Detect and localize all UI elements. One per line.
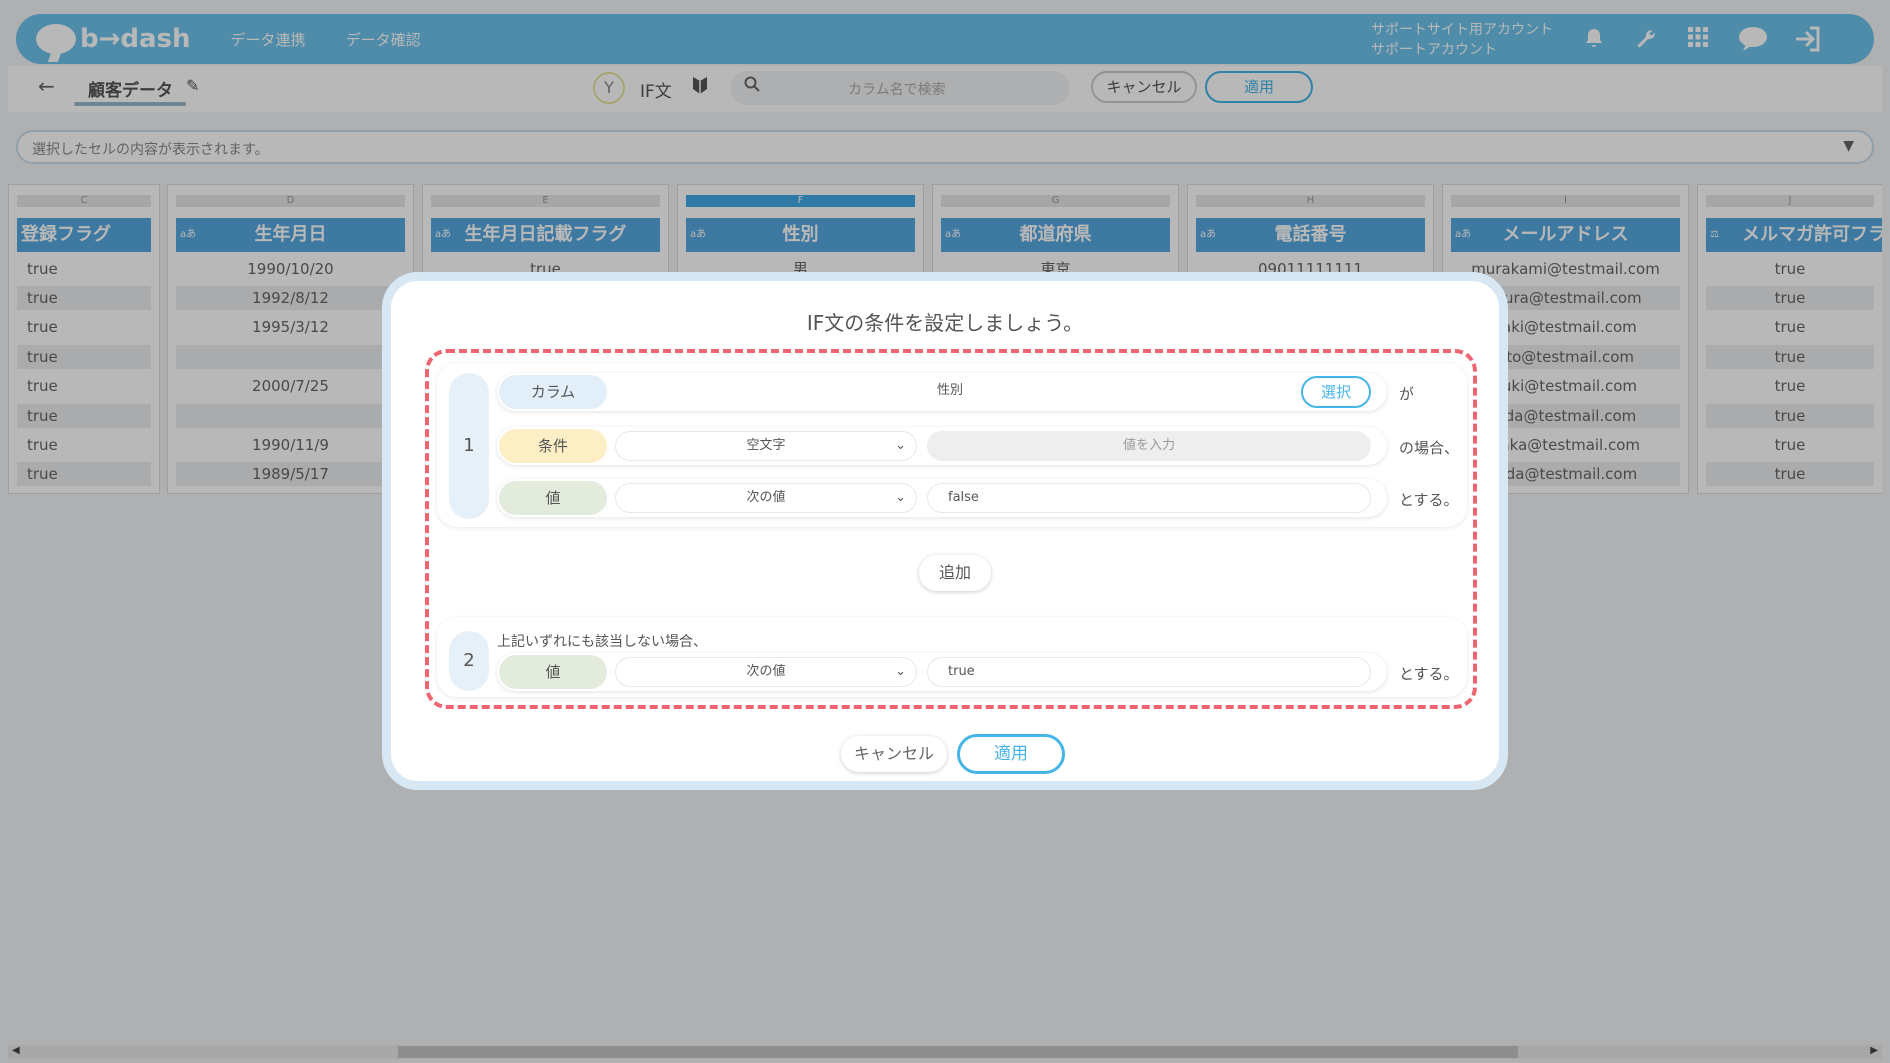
- condition-value-input[interactable]: 値を入力: [927, 431, 1371, 461]
- else-card: 2 上記いずれにも該当しない場合、 値 次の値 ⌄ true とする。: [437, 617, 1467, 697]
- column-value-field[interactable]: 性別: [615, 377, 1285, 407]
- else-number: 2: [449, 631, 489, 691]
- condition-number: 1: [449, 373, 489, 519]
- select-column-button[interactable]: 選択: [1301, 376, 1371, 408]
- else-value-suffix: とする。: [1399, 665, 1459, 683]
- highlight-frame: 1 カラム 性別 選択 が 条件 空文字 ⌄ 値を入力 の場合、 値 次の値 ⌄…: [425, 349, 1477, 709]
- chevron-down-icon: ⌄: [895, 438, 906, 453]
- else-value-input[interactable]: true: [927, 657, 1371, 687]
- value-type-select[interactable]: 次の値 ⌄: [615, 483, 917, 513]
- modal-apply-button[interactable]: 適用: [957, 734, 1065, 774]
- value-type-value: 次の値: [746, 490, 786, 505]
- else-value-row: 値 次の値 ⌄ true: [497, 653, 1387, 691]
- else-value-label: 値: [499, 655, 607, 689]
- column-suffix: が: [1399, 385, 1415, 403]
- chevron-down-icon: ⌄: [895, 490, 906, 505]
- column-label: カラム: [499, 375, 607, 409]
- add-condition-button[interactable]: 追加: [919, 555, 991, 591]
- condition-suffix: の場合、: [1399, 439, 1460, 457]
- value-suffix: とする。: [1399, 491, 1459, 509]
- condition-label: 条件: [499, 429, 607, 463]
- else-value-type-select[interactable]: 次の値 ⌄: [615, 657, 917, 687]
- condition-select-value: 空文字: [746, 438, 786, 453]
- if-condition-modal: IF文の条件を設定しましょう。 1 カラム 性別 選択 が 条件 空文字 ⌄ 値…: [382, 272, 1508, 790]
- else-value-type-value: 次の値: [746, 664, 786, 679]
- chevron-down-icon: ⌄: [895, 664, 906, 679]
- condition-row: 条件 空文字 ⌄ 値を入力: [497, 427, 1387, 465]
- modal-cancel-button[interactable]: キャンセル: [841, 736, 947, 772]
- else-text: 上記いずれにも該当しない場合、: [497, 634, 707, 650]
- modal-title: IF文の条件を設定しましょう。: [806, 311, 1084, 335]
- value-row: 値 次の値 ⌄ false: [497, 479, 1387, 517]
- value-input[interactable]: false: [927, 483, 1371, 513]
- column-row: カラム 性別 選択: [497, 373, 1387, 411]
- value-label: 値: [499, 481, 607, 515]
- condition-select[interactable]: 空文字 ⌄: [615, 431, 917, 461]
- condition-card: 1 カラム 性別 選択 が 条件 空文字 ⌄ 値を入力 の場合、 値 次の値 ⌄…: [437, 363, 1467, 527]
